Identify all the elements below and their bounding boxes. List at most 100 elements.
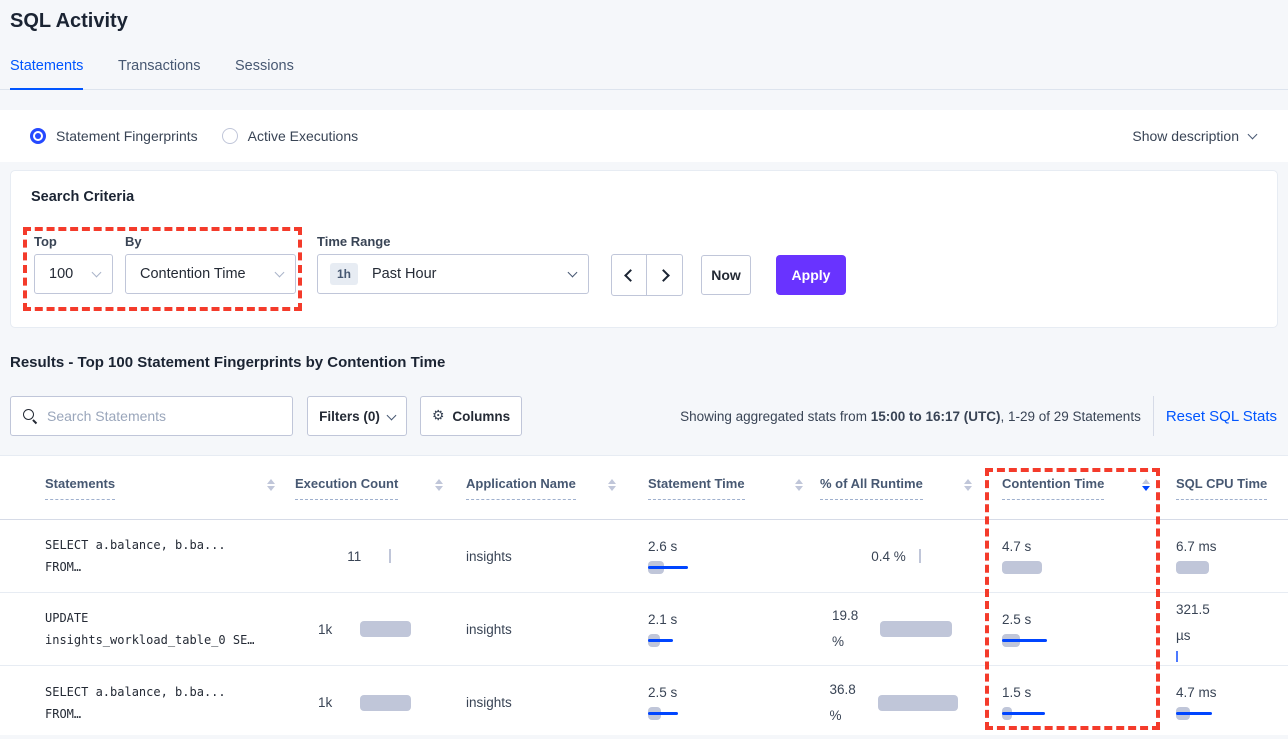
execution-count-cell: 1k: [295, 593, 443, 665]
filters-label: Filters (0): [319, 409, 380, 424]
contention-time-cell: 2.5 s: [1002, 593, 1150, 665]
columns-label: Columns: [452, 409, 510, 424]
statement-time-bar: [648, 634, 708, 648]
execution-count-bar: [360, 622, 420, 636]
statement-search-box: [10, 396, 293, 436]
contention-time-bar: [1002, 634, 1062, 648]
pct-runtime-bar: [878, 696, 963, 710]
reset-sql-stats-link[interactable]: Reset SQL Stats: [1166, 408, 1277, 425]
pct-runtime-value: 36.8: [830, 677, 878, 703]
show-description-label: Show description: [1132, 128, 1239, 144]
chevron-down-icon: [1248, 129, 1258, 139]
statement-time-bar: [648, 561, 708, 575]
statement-text: FROM…: [45, 556, 275, 578]
tab-bar: Statements Transactions Sessions: [0, 54, 1288, 90]
apply-button[interactable]: Apply: [776, 255, 846, 295]
sql-cpu-time-bar: [1176, 561, 1226, 575]
statement-time-value: 2.6 s: [648, 538, 803, 555]
statement-time-cell: 2.6 s: [648, 520, 803, 592]
sql-cpu-time-value: 4.7 ms: [1176, 684, 1276, 701]
pct-runtime-value: 19.8: [832, 603, 880, 629]
sql-cpu-time-cell: 6.7 ms: [1176, 520, 1276, 592]
show-description-toggle[interactable]: Show description: [1132, 110, 1256, 162]
time-range-label: Time Range: [317, 234, 390, 249]
by-select[interactable]: Contention Time: [125, 254, 296, 294]
col-header-statement-time[interactable]: Statement Time: [648, 476, 745, 500]
sql-cpu-time-bar: [1176, 651, 1178, 662]
tab-statements[interactable]: Statements: [10, 58, 83, 90]
application-name-cell: insights: [466, 666, 616, 739]
radio-statement-fingerprints[interactable]: Statement Fingerprints: [30, 128, 198, 144]
sort-icon[interactable]: [267, 479, 275, 491]
sql-cpu-time-value: 6.7 ms: [1176, 538, 1276, 555]
table-row: SELECT a.balance, b.ba... FROM… 11 insig…: [0, 520, 1288, 593]
by-label: By: [125, 234, 142, 249]
statement-text: insights_workload_table_0 SE…: [45, 629, 275, 651]
time-range-select[interactable]: 1h Past Hour: [317, 254, 589, 294]
col-header-execution-count[interactable]: Execution Count: [295, 476, 398, 500]
contention-time-bar: [1002, 707, 1062, 721]
tab-transactions[interactable]: Transactions: [118, 58, 200, 90]
filters-button[interactable]: Filters (0): [307, 396, 407, 436]
time-range-value: Past Hour: [372, 266, 569, 282]
sql-cpu-time-cell: 321.5 µs: [1176, 593, 1276, 665]
sql-cpu-time-cell: 4.7 ms: [1176, 666, 1276, 739]
execution-count-value: 1k: [318, 695, 360, 710]
statement-cell[interactable]: SELECT a.balance, b.ba... FROM…: [45, 520, 275, 592]
next-time-button[interactable]: [647, 255, 682, 295]
search-input[interactable]: [47, 408, 292, 424]
application-name-value: insights: [466, 694, 616, 711]
now-button[interactable]: Now: [701, 255, 751, 295]
pct-runtime-cell: 0.4 %: [820, 520, 972, 592]
table-row: UPDATE insights_workload_table_0 SE… 1k …: [0, 593, 1288, 666]
sort-icon[interactable]: [795, 479, 803, 491]
sort-icon-active[interactable]: [1142, 479, 1150, 491]
search-criteria-card: Search Criteria Top 100 By Contention Ti…: [10, 170, 1278, 328]
divider: [1153, 396, 1154, 436]
by-select-value: Contention Time: [126, 266, 276, 282]
search-criteria-heading: Search Criteria: [31, 189, 134, 205]
statement-cell[interactable]: UPDATE insights_workload_table_0 SE…: [45, 593, 275, 665]
sort-icon[interactable]: [964, 479, 972, 491]
pct-runtime-value: 0.4 %: [871, 548, 919, 565]
statement-time-cell: 2.1 s: [648, 593, 803, 665]
top-label: Top: [34, 234, 57, 249]
col-header-application-name[interactable]: Application Name: [466, 476, 576, 500]
radio-unselected-icon: [222, 128, 238, 144]
radio-active-executions[interactable]: Active Executions: [222, 128, 359, 144]
contention-time-cell: 1.5 s: [1002, 666, 1150, 739]
execution-count-value: 1k: [318, 622, 360, 637]
stats-suffix: , 1-29 of 29 Statements: [1000, 409, 1140, 424]
contention-time-value: 4.7 s: [1002, 538, 1150, 555]
statement-cell[interactable]: SELECT a.balance, b.ba... FROM…: [45, 666, 275, 739]
radio-label: Statement Fingerprints: [56, 128, 198, 144]
pct-runtime-bar: [880, 622, 960, 636]
view-mode-bar: Statement Fingerprints Active Executions…: [0, 110, 1288, 162]
statements-table: Statements Execution Count Application N…: [0, 455, 1288, 735]
pct-runtime-bar: [919, 549, 921, 563]
stats-range: 15:00 to 16:17 (UTC): [871, 409, 1001, 424]
columns-button[interactable]: ⚙ Columns: [420, 396, 522, 436]
sql-cpu-time-bar: [1176, 707, 1226, 721]
gear-icon: ⚙: [432, 408, 445, 424]
sort-icon[interactable]: [608, 479, 616, 491]
statement-time-cell: 2.5 s: [648, 666, 803, 739]
tab-sessions[interactable]: Sessions: [235, 58, 294, 90]
sort-icon[interactable]: [435, 479, 443, 491]
contention-time-value: 1.5 s: [1002, 684, 1150, 701]
col-header-pct-runtime[interactable]: % of All Runtime: [820, 476, 923, 500]
execution-count-value: 11: [347, 549, 389, 564]
contention-time-value: 2.5 s: [1002, 611, 1150, 628]
statement-time-value: 2.5 s: [648, 684, 803, 701]
stats-prefix: Showing aggregated stats from: [680, 409, 871, 424]
col-header-statements[interactable]: Statements: [45, 476, 115, 500]
statement-text: UPDATE: [45, 607, 275, 629]
application-name-value: insights: [466, 621, 616, 638]
previous-time-button[interactable]: [612, 255, 647, 295]
top-select[interactable]: 100: [34, 254, 113, 294]
col-header-contention-time[interactable]: Contention Time: [1002, 476, 1104, 500]
contention-time-cell: 4.7 s: [1002, 520, 1150, 592]
chevron-down-icon: [275, 267, 285, 277]
search-icon: [23, 409, 38, 424]
col-header-sql-cpu-time[interactable]: SQL CPU Time: [1176, 476, 1267, 500]
